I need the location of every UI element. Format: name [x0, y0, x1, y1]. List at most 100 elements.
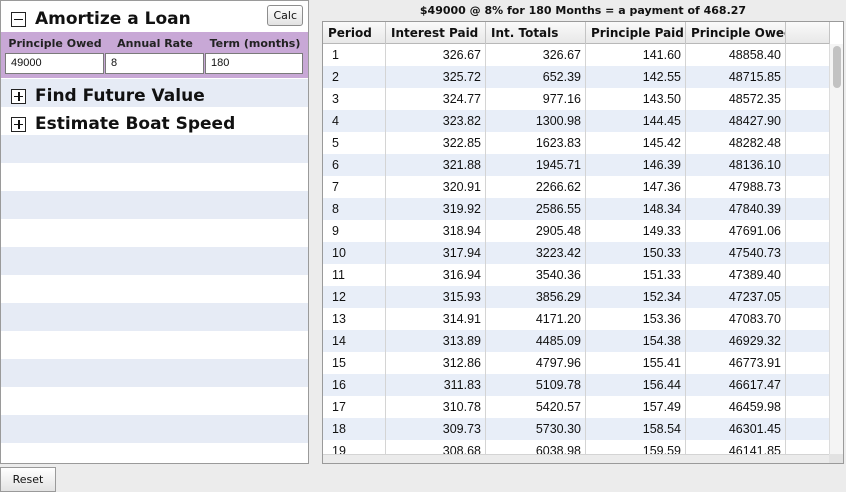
table-cell: 7 — [323, 176, 386, 198]
table-cell: 2266.62 — [486, 176, 586, 198]
table-cell: 11 — [323, 264, 386, 286]
column-header[interactable]: Principle Paid — [586, 22, 686, 44]
table-cell: 17 — [323, 396, 386, 418]
table-cell-filler — [786, 110, 830, 132]
amortize-section-header[interactable]: Amortize a Loan — [1, 5, 308, 33]
table-cell-filler — [786, 352, 830, 374]
table-cell: 48282.48 — [686, 132, 786, 154]
table-cell-filler — [786, 374, 830, 396]
amortize-title: Amortize a Loan — [35, 9, 191, 29]
table-row[interactable]: 5 322.85 1623.83 145.42 48282.48 — [323, 132, 830, 154]
table-row[interactable]: 4 323.82 1300.98 144.45 48427.90 — [323, 110, 830, 132]
scroll-corner — [829, 454, 843, 463]
table-row[interactable]: 7 320.91 2266.62 147.36 47988.73 — [323, 176, 830, 198]
table-row[interactable]: 13 314.91 4171.20 153.36 47083.70 — [323, 308, 830, 330]
table-row[interactable]: 1 326.67 326.67 141.60 48858.40 — [323, 44, 830, 66]
table-cell-filler — [786, 198, 830, 220]
table-cell-filler — [786, 66, 830, 88]
table-row[interactable]: 17 310.78 5420.57 157.49 46459.98 — [323, 396, 830, 418]
table-row[interactable]: 11 316.94 3540.36 151.33 47389.40 — [323, 264, 830, 286]
table-cell: 156.44 — [586, 374, 686, 396]
reset-button[interactable]: Reset — [0, 467, 56, 492]
table-cell: 1 — [323, 44, 386, 66]
collapse-icon[interactable] — [11, 11, 26, 27]
table-cell: 46459.98 — [686, 396, 786, 418]
table-row[interactable]: 14 313.89 4485.09 154.38 46929.32 — [323, 330, 830, 352]
rate-field[interactable]: 8 — [105, 53, 204, 74]
table-cell: 2 — [323, 66, 386, 88]
table-cell: 47083.70 — [686, 308, 786, 330]
table-cell: 47540.73 — [686, 242, 786, 264]
table-cell: 48715.85 — [686, 66, 786, 88]
table-cell: 315.93 — [386, 286, 486, 308]
table-cell: 3540.36 — [486, 264, 586, 286]
table-row[interactable]: 10 317.94 3223.42 150.33 47540.73 — [323, 242, 830, 264]
table-cell: 312.86 — [386, 352, 486, 374]
table-cell: 320.91 — [386, 176, 486, 198]
future-value-section-header[interactable]: Find Future Value — [1, 82, 308, 110]
table-body: 1 326.67 326.67 141.60 48858.40 2 325.72 652.39… — [323, 44, 830, 463]
table-row[interactable]: 8 319.92 2586.55 148.34 47840.39 — [323, 198, 830, 220]
table-cell: 1300.98 — [486, 110, 586, 132]
table-row[interactable]: 12 315.93 3856.29 152.34 47237.05 — [323, 286, 830, 308]
scrollbar-thumb[interactable] — [833, 46, 841, 88]
tools-panel: Amortize a Loan Calc Principle Owed Annu… — [0, 0, 309, 464]
panel-stripe — [1, 247, 308, 275]
term-label: Term (months) — [209, 37, 301, 50]
table-cell: 4171.20 — [486, 308, 586, 330]
table-cell-filler — [786, 44, 830, 66]
table-cell: 325.72 — [386, 66, 486, 88]
boat-speed-section-header[interactable]: Estimate Boat Speed — [1, 110, 308, 138]
table-cell: 2905.48 — [486, 220, 586, 242]
vertical-scrollbar[interactable] — [829, 44, 843, 456]
column-header[interactable]: Principle Owed — [686, 22, 786, 44]
table-row[interactable]: 3 324.77 977.16 143.50 48572.35 — [323, 88, 830, 110]
table-cell: 4 — [323, 110, 386, 132]
column-header[interactable]: Period — [323, 22, 386, 44]
table-cell: 13 — [323, 308, 386, 330]
panel-stripe — [1, 135, 308, 163]
table-cell: 15 — [323, 352, 386, 374]
table-cell: 323.82 — [386, 110, 486, 132]
principal-label: Principle Owed — [8, 37, 102, 50]
principal-field[interactable]: 49000 — [5, 53, 104, 74]
table-row[interactable]: 15 312.86 4797.96 155.41 46773.91 — [323, 352, 830, 374]
table-cell-filler — [786, 396, 830, 418]
horizontal-scrollbar[interactable] — [323, 454, 830, 463]
table-cell: 154.38 — [586, 330, 686, 352]
table-cell: 142.55 — [586, 66, 686, 88]
table-cell: 311.83 — [386, 374, 486, 396]
table-row[interactable]: 18 309.73 5730.30 158.54 46301.45 — [323, 418, 830, 440]
panel-stripe — [1, 275, 308, 303]
table-cell: 14 — [323, 330, 386, 352]
table-row[interactable]: 16 311.83 5109.78 156.44 46617.47 — [323, 374, 830, 396]
payment-summary: $49000 @ 8% for 180 Months = a payment o… — [419, 4, 747, 17]
panel-stripe — [1, 359, 308, 387]
table-cell: 48136.10 — [686, 154, 786, 176]
table-cell: 5109.78 — [486, 374, 586, 396]
table-cell: 3223.42 — [486, 242, 586, 264]
calc-button[interactable]: Calc — [267, 5, 303, 26]
column-header[interactable]: Int. Totals — [486, 22, 586, 44]
table-row[interactable]: 9 318.94 2905.48 149.33 47691.06 — [323, 220, 830, 242]
table-cell-filler — [786, 308, 830, 330]
table-cell: 143.50 — [586, 88, 686, 110]
table-cell: 326.67 — [386, 44, 486, 66]
table-cell: 5730.30 — [486, 418, 586, 440]
table-cell: 318.94 — [386, 220, 486, 242]
table-cell: 326.67 — [486, 44, 586, 66]
table-cell: 151.33 — [586, 264, 686, 286]
table-row[interactable]: 6 321.88 1945.71 146.39 48136.10 — [323, 154, 830, 176]
table-cell: 47840.39 — [686, 198, 786, 220]
table-cell: 3856.29 — [486, 286, 586, 308]
table-row[interactable]: 2 325.72 652.39 142.55 48715.85 — [323, 66, 830, 88]
table-cell-filler — [786, 264, 830, 286]
table-cell: 309.73 — [386, 418, 486, 440]
table-cell: 47389.40 — [686, 264, 786, 286]
expand-icon[interactable] — [11, 88, 26, 104]
column-header[interactable]: Interest Paid — [386, 22, 486, 44]
table-cell: 145.42 — [586, 132, 686, 154]
expand-icon[interactable] — [11, 116, 26, 132]
term-field[interactable]: 180 — [205, 53, 303, 74]
table-cell-filler — [786, 220, 830, 242]
